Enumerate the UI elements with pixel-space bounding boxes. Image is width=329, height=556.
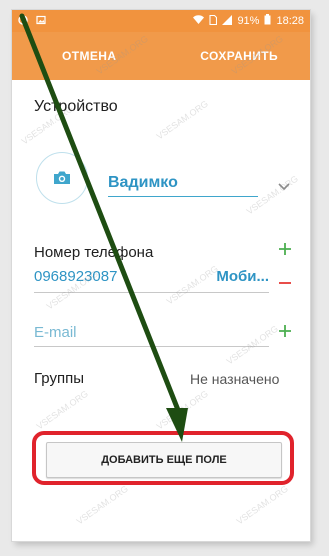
annotation-arrow — [19, 13, 188, 442]
phone-screen: 91% 18:28 ОТМЕНА СОХРАНИТЬ Устройство Ва… — [12, 10, 310, 541]
